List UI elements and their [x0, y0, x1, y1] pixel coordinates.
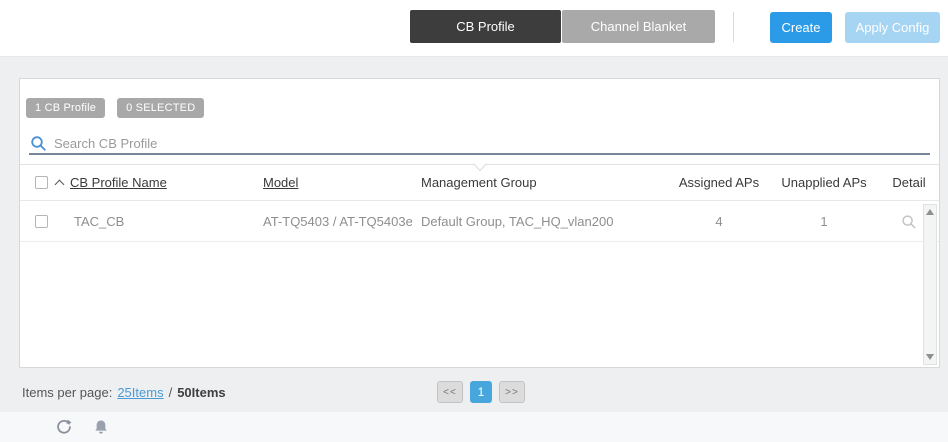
apply-config-button[interactable]: Apply Config — [845, 12, 940, 43]
create-button[interactable]: Create — [770, 12, 832, 43]
items-per-page: Items per page: 25Items / 50Items — [22, 385, 226, 400]
pagination: << 1 >> — [437, 381, 525, 403]
pagination-first-button[interactable]: << — [437, 381, 463, 403]
column-header-model[interactable]: Model — [263, 175, 298, 190]
search-icon — [30, 135, 47, 152]
bell-icon[interactable] — [93, 419, 109, 436]
row-management-group: Default Group, TAC_HQ_vlan200 — [421, 214, 614, 229]
status-bar — [0, 412, 948, 442]
collapse-notch-icon[interactable] — [472, 156, 487, 172]
profile-count-badge: 1 CB Profile — [26, 98, 106, 118]
badge-row: 1 CB Profile 0 SELECTED — [26, 98, 205, 118]
magnifier-icon[interactable] — [901, 214, 917, 230]
items-per-page-label: Items per page: — [22, 385, 113, 400]
column-header-unapplied-aps: Unapplied APs — [781, 175, 867, 190]
header-checkbox-cell — [20, 176, 53, 189]
header-name-cell: CB Profile Name — [53, 175, 261, 190]
search-underline — [29, 153, 930, 155]
table-row[interactable]: TAC_CB AT-TQ5403 / AT-TQ5403e Default Gr… — [20, 202, 939, 242]
row-assigned-aps: 4 — [715, 214, 723, 229]
select-all-checkbox[interactable] — [35, 176, 48, 189]
row-checkbox-cell — [20, 215, 53, 228]
toolbar-divider — [733, 12, 734, 42]
header-model-cell: Model — [261, 175, 421, 190]
page: { "toolbar": { "tabs": [ { "label": "CB … — [0, 0, 948, 442]
page-size-25-link[interactable]: 25Items — [117, 385, 163, 400]
column-header-management-group: Management Group — [421, 175, 537, 190]
search-bar — [30, 132, 929, 154]
vertical-scrollbar[interactable] — [923, 204, 937, 365]
page-size-max: 50Items — [177, 385, 226, 400]
row-name-cell: TAC_CB — [53, 214, 261, 229]
cb-profile-panel: 1 CB Profile 0 SELECTED CB Profile Name … — [19, 78, 940, 368]
column-header-cb-profile-name[interactable]: CB Profile Name — [70, 175, 167, 190]
refresh-icon[interactable] — [55, 418, 73, 436]
search-input[interactable] — [54, 135, 929, 151]
selected-count-badge: 0 SELECTED — [117, 98, 205, 118]
scrollbar-up-icon[interactable] — [926, 209, 934, 215]
page-size-separator: / — [168, 385, 173, 400]
row-checkbox[interactable] — [35, 215, 48, 228]
scrollbar-down-icon[interactable] — [926, 354, 934, 360]
row-model: AT-TQ5403 / AT-TQ5403e — [263, 214, 413, 229]
pagination-current-page[interactable]: 1 — [470, 381, 492, 403]
cb-profile-name: TAC_CB — [74, 214, 125, 229]
row-unapplied-aps: 1 — [820, 214, 828, 229]
pagination-last-button[interactable]: >> — [499, 381, 525, 403]
tab-cb-profile[interactable]: CB Profile — [410, 10, 561, 43]
tab-channel-blanket[interactable]: Channel Blanket — [562, 10, 715, 43]
column-header-detail: Detail — [892, 175, 926, 190]
table-header: CB Profile Name Model Management Group A… — [20, 156, 939, 201]
sort-asc-icon[interactable] — [54, 179, 65, 189]
column-header-assigned-aps: Assigned APs — [678, 175, 760, 190]
table-body: TAC_CB AT-TQ5403 / AT-TQ5403e Default Gr… — [20, 202, 939, 367]
top-toolbar: CB Profile Channel Blanket Create Apply … — [0, 0, 948, 57]
